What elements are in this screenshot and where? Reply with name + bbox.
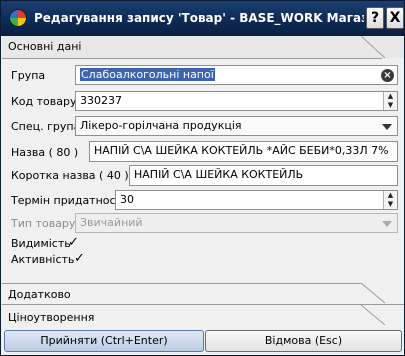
section-divider [2,58,382,59]
visibility-checkbox[interactable]: ✓ [67,236,80,249]
code-spinbox[interactable]: 330237 ▲ ▼ [75,91,398,111]
spec-group-label: Спец. група [11,120,81,133]
activity-label: Активність [11,253,75,266]
app-logo-icon [9,9,27,27]
clear-icon[interactable]: × [381,69,394,82]
name40-input[interactable]: НАПІЙ С\А ШЕЙКА КОКТЕЙЛЬ [129,165,398,186]
section-tab-corner [361,305,385,329]
chevron-down-icon [382,221,392,227]
section-pricing-label: Ціноутворення [8,311,95,324]
section-tab-corner [361,36,385,60]
shelf-life-spinbox[interactable]: 30 ▲ ▼ [115,190,398,210]
group-value: Слабоалкогольні напої [80,68,215,81]
edit-record-window: Редагування запису 'Товар' - BASE_WORK М… [0,0,405,356]
section-additional[interactable]: Додатково [2,284,404,304]
name80-input[interactable]: НАПІЙ С\А ШЕЙКА КОКТЕЙЛЬ *АЙС БЕБИ*0,33Л… [89,141,398,162]
stepper-up-icon[interactable]: ▲ [384,191,397,200]
visibility-label: Видимість [11,237,71,250]
code-label: Код товару [11,95,77,108]
activity-checkbox[interactable]: ✓ [73,252,86,265]
window-title: Редагування запису 'Товар' - BASE_WORK М… [34,11,364,25]
shelf-life-label: Термін придатності [11,194,126,207]
stepper-up-icon[interactable]: ▲ [384,92,397,101]
item-type-label: Тип товару [11,217,76,230]
code-stepper[interactable]: ▲ ▼ [383,92,397,110]
section-main-data-label: Основні дані [8,40,82,53]
close-button[interactable]: X [386,7,404,29]
name40-value: НАПІЙ С\А ШЕЙКА КОКТЕЙЛЬ [134,168,304,181]
section-additional-label: Додатково [8,288,71,301]
name40-label: Коротка назва ( 40 ) [11,169,129,182]
section-pricing[interactable]: Ціноутворення [2,307,404,327]
title-bar[interactable]: Редагування запису 'Товар' - BASE_WORK М… [1,1,404,36]
chevron-down-icon[interactable] [382,124,392,130]
spec-group-value: Лікеро-горілчана продукція [80,119,242,132]
code-value: 330237 [80,94,122,107]
help-button[interactable]: ? [366,7,384,29]
shelf-life-stepper[interactable]: ▲ ▼ [383,191,397,209]
stepper-down-icon[interactable]: ▼ [384,200,397,209]
accept-button[interactable]: Прийняти (Ctrl+Enter) [4,330,204,352]
name80-value: НАПІЙ С\А ШЕЙКА КОКТЕЙЛЬ *АЙС БЕБИ*0,33Л… [94,144,389,157]
shelf-life-value: 30 [120,193,134,206]
spec-group-select[interactable]: Лікеро-горілчана продукція [75,116,398,136]
group-field[interactable]: Слабоалкогольні напої × [75,65,398,85]
item-type-select: Звичайний [75,213,398,233]
stepper-down-icon[interactable]: ▼ [384,101,397,110]
name80-label: Назва ( 80 ) [11,146,79,159]
group-label: Група [11,69,46,82]
cancel-button[interactable]: Відмова (Esc) [205,330,402,352]
section-main-data[interactable]: Основні дані [2,36,404,58]
item-type-value: Звичайний [80,216,143,229]
section-divider [2,304,404,305]
